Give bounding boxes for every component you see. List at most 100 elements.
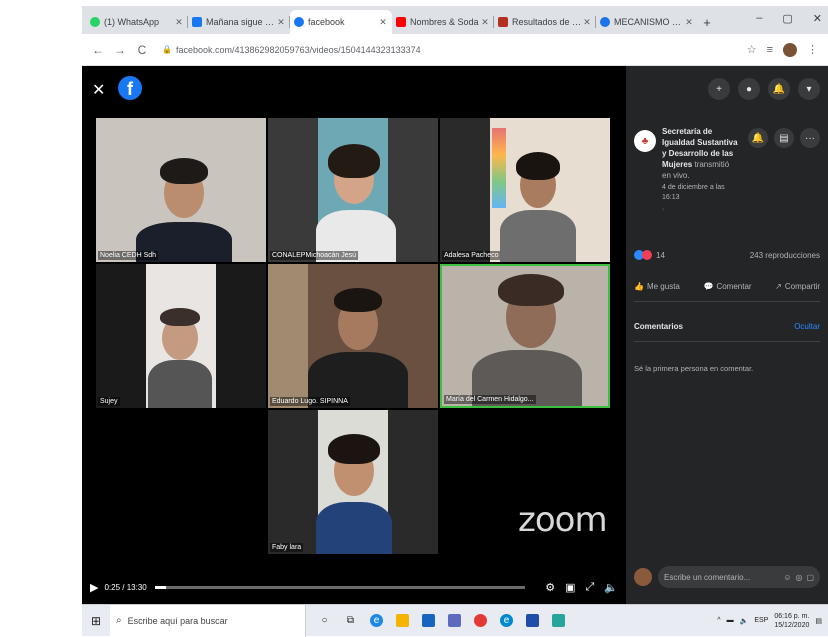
- close-icon[interactable]: ✕: [92, 80, 105, 100]
- sticker-icon[interactable]: ▢: [806, 573, 814, 582]
- tab-label: MECANISMO DE RATIF: [614, 17, 684, 27]
- maximize-button[interactable]: ▢: [782, 12, 792, 25]
- reaction-count[interactable]: 14: [656, 251, 665, 260]
- pip-icon[interactable]: ▣: [565, 581, 575, 594]
- share-button[interactable]: ↗ Compartir: [775, 282, 820, 291]
- gmail-icon: [498, 17, 508, 27]
- taskbar-apps: ○ ⧉ e e: [318, 614, 565, 627]
- tab-facebook-post[interactable]: Mañana sigue por les ✕: [188, 10, 290, 34]
- participant-tile-active-speaker: María del Carmen Hidalgo...: [440, 264, 610, 408]
- participant-tile: Eduardo Lugo. SIPINNA: [268, 264, 438, 408]
- hide-comments-link[interactable]: Ocultar: [794, 322, 820, 331]
- camera-icon[interactable]: ◎: [795, 573, 802, 582]
- teams-icon[interactable]: [448, 614, 461, 627]
- tab-youtube[interactable]: Nombres & Soda ✕: [392, 10, 494, 34]
- chevron-up-icon[interactable]: ^: [717, 617, 720, 624]
- windows-start-icon[interactable]: ⊞: [82, 614, 110, 628]
- account-menu-icon[interactable]: ▾: [798, 78, 820, 100]
- tab-label: Resultados de la búsqu: [512, 17, 582, 27]
- emoji-icon[interactable]: ☺: [783, 573, 791, 582]
- facebook-logo[interactable]: f: [118, 76, 142, 100]
- volume-icon[interactable]: 🔈: [604, 581, 618, 594]
- close-tab-icon[interactable]: ✕: [684, 17, 694, 28]
- tab-gmail[interactable]: Resultados de la búsqu ✕: [494, 10, 596, 34]
- lock-icon: 🔒: [162, 45, 172, 54]
- participant-tile: Noelia CEDH Sdh: [96, 118, 266, 262]
- task-view-icon[interactable]: ⧉: [344, 614, 357, 627]
- search-icon: ⌕: [116, 615, 122, 626]
- participant-name: Sujey: [98, 397, 120, 406]
- comment-button[interactable]: 💬 Comentar: [703, 282, 751, 291]
- fullscreen-icon[interactable]: ⤢: [585, 581, 594, 594]
- privacy-icon: ·: [662, 206, 665, 213]
- close-tab-icon[interactable]: ✕: [276, 17, 286, 28]
- tab-whatsapp[interactable]: (1) WhatsApp ✕: [86, 10, 188, 34]
- video-controls: ▶ 0:25 / 13:30 ⚙ ▣ ⤢ 🔈: [82, 570, 626, 604]
- taskbar-clock[interactable]: 06:16 p. m. 15/12/2020: [774, 612, 809, 630]
- participant-name: Noelia CEDH Sdh: [98, 251, 159, 260]
- close-tab-icon[interactable]: ✕: [378, 17, 388, 28]
- star-icon[interactable]: ☆: [747, 43, 757, 56]
- forward-button[interactable]: →: [112, 43, 128, 57]
- new-tab-button[interactable]: +: [698, 10, 716, 34]
- close-window-button[interactable]: ✕: [813, 12, 822, 25]
- clock-date: 15/12/2020: [774, 621, 810, 629]
- notifications-icon[interactable]: 🔔: [768, 78, 790, 100]
- play-icon[interactable]: ▶: [90, 581, 98, 594]
- comments-title: Comentarios: [634, 322, 683, 331]
- post-date[interactable]: 4 de diciembre a las 16:13: [662, 183, 740, 203]
- like-label: Me gusta: [646, 282, 680, 291]
- save-icon[interactable]: ▤: [774, 128, 794, 148]
- close-tab-icon[interactable]: ✕: [174, 17, 184, 28]
- edge-icon[interactable]: e: [370, 614, 383, 627]
- reading-list-icon[interactable]: ≡: [767, 44, 773, 56]
- photos-icon[interactable]: [552, 614, 565, 627]
- taskbar-search-input[interactable]: ⌕ Escribe aquí para buscar: [110, 604, 306, 637]
- whatsapp-icon: [90, 17, 100, 27]
- language-indicator[interactable]: ESP: [754, 617, 768, 624]
- minimize-button[interactable]: –: [756, 12, 762, 24]
- comment-icon: 💬: [703, 282, 714, 291]
- view-count: 243 reproducciones: [749, 250, 820, 260]
- chrome-icon[interactable]: [474, 614, 487, 627]
- progress-bar[interactable]: [154, 585, 526, 589]
- share-icon: ↗: [775, 282, 782, 291]
- close-tab-icon[interactable]: ✕: [480, 17, 490, 28]
- back-button[interactable]: ←: [90, 43, 106, 57]
- page-avatar[interactable]: ♣: [634, 130, 656, 152]
- like-button[interactable]: 👍 Me gusta: [634, 282, 680, 291]
- address-bar: ← → C 🔒 facebook.com/413862982059763/vid…: [82, 34, 828, 66]
- tab-facebook[interactable]: facebook ✕: [290, 10, 392, 34]
- reload-button[interactable]: C: [134, 43, 150, 57]
- word-icon[interactable]: [526, 614, 539, 627]
- close-tab-icon[interactable]: ✕: [582, 17, 592, 28]
- system-tray: ^ ▬ 🔈 ESP 06:16 p. m. 15/12/2020 ▤: [717, 612, 828, 630]
- notification-icon[interactable]: ▤: [815, 617, 822, 625]
- url-input[interactable]: 🔒 facebook.com/413862982059763/videos/15…: [156, 39, 747, 61]
- menu-icon[interactable]: ⋮: [807, 43, 818, 56]
- settings-icon[interactable]: ⚙: [545, 581, 555, 594]
- window-controls: – ▢ ✕: [756, 6, 822, 30]
- participant-name: María del Carmen Hidalgo...: [444, 395, 536, 404]
- edge-icon[interactable]: e: [500, 614, 513, 627]
- page-info: ♣ Secretaría de Igualdad Sustantiva y De…: [634, 126, 820, 215]
- participant-name: Faby lara: [270, 543, 304, 552]
- participant-tile: Sujey: [96, 264, 266, 408]
- network-icon[interactable]: ▬: [727, 617, 734, 624]
- create-icon[interactable]: +: [708, 78, 730, 100]
- browser-tab-strip: (1) WhatsApp ✕ Mañana sigue por les ✕ fa…: [82, 6, 828, 34]
- browser-toolbar: ☆ ≡ ⋮: [747, 42, 828, 57]
- volume-icon[interactable]: 🔈: [740, 617, 749, 625]
- cortana-icon[interactable]: ○: [318, 614, 331, 627]
- messenger-icon[interactable]: ●: [738, 78, 760, 100]
- store-icon[interactable]: [422, 614, 435, 627]
- tab-mecanismo[interactable]: MECANISMO DE RATIF ✕: [596, 10, 698, 34]
- share-label: Compartir: [784, 282, 820, 291]
- comment-input[interactable]: Escribe un comentario... ☺ ◎ ▢: [658, 566, 820, 588]
- more-options-icon[interactable]: ···: [800, 128, 820, 148]
- comments-header: Comentarios Ocultar: [634, 322, 820, 342]
- file-explorer-icon[interactable]: [396, 614, 409, 627]
- user-avatar[interactable]: [634, 568, 652, 586]
- follow-bell-icon[interactable]: 🔔: [748, 128, 768, 148]
- profile-avatar[interactable]: [783, 42, 797, 57]
